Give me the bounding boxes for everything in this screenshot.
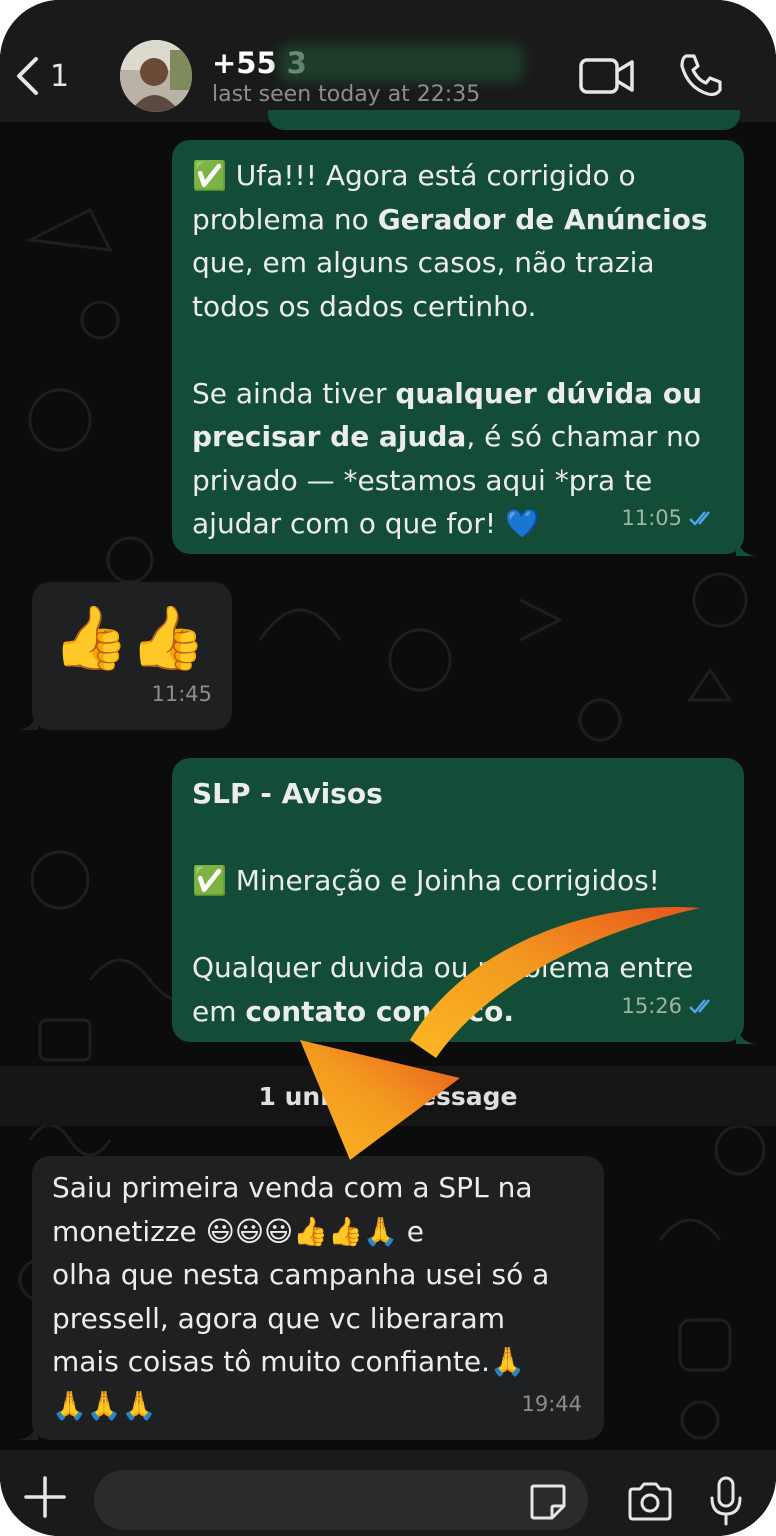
- unread-chats-count: 1: [50, 58, 70, 94]
- message-input[interactable]: [94, 1470, 588, 1530]
- message-title: SLP - Avisos: [192, 777, 383, 810]
- voice-message-button[interactable]: [708, 1476, 744, 1526]
- message-meta: 15:26: [621, 985, 718, 1029]
- voice-call-button[interactable]: [676, 50, 726, 100]
- message-bubble-outgoing[interactable]: SLP - Avisos ✅ Mineração e Joinha corrig…: [172, 758, 744, 1042]
- bubble-tail-incoming: [18, 708, 38, 730]
- message-text: ✅ Ufa!!! Agora está corrigido o problema…: [192, 159, 708, 540]
- plus-icon: [24, 1476, 66, 1518]
- message-bubble-incoming[interactable]: Saiu primeira venda com a SPL na monetiz…: [32, 1156, 604, 1440]
- message-meta: 11:05: [621, 497, 718, 541]
- contact-avatar[interactable]: [120, 40, 192, 112]
- sticker-icon: [530, 1484, 566, 1520]
- previous-message-partial: [268, 110, 740, 130]
- bubble-tail-incoming: [18, 1418, 38, 1440]
- bubble-tail-outgoing: [736, 1022, 756, 1044]
- check-emoji: ✅: [192, 159, 227, 192]
- bubble-tail-outgoing: [736, 534, 756, 556]
- unread-messages-divider: 1 unread message: [0, 1066, 776, 1126]
- message-meta: 19:44: [521, 1383, 582, 1427]
- message-time: 15:26: [621, 993, 682, 1018]
- blue-heart-emoji: 💙: [505, 507, 540, 540]
- message-time: 11:45: [151, 681, 212, 706]
- microphone-icon: [710, 1476, 742, 1526]
- back-button[interactable]: 1: [14, 54, 84, 98]
- message-text: Saiu primeira venda com a SPL na monetiz…: [52, 1171, 550, 1422]
- double-check-icon: [689, 511, 710, 527]
- message-bubble-incoming[interactable]: 👍👍 11:45: [32, 582, 232, 730]
- chat-header: 1 +55 3 last seen today at 22:35: [0, 0, 776, 122]
- video-call-icon: [579, 58, 634, 94]
- redacted-phone-number: [278, 44, 524, 82]
- message-meta: 11:45: [151, 673, 212, 717]
- camera-button[interactable]: [626, 1480, 674, 1522]
- attach-button[interactable]: [22, 1474, 68, 1520]
- video-call-button[interactable]: [578, 54, 636, 98]
- camera-icon: [628, 1482, 672, 1521]
- last-seen-status: last seen today at 22:35: [212, 82, 481, 107]
- double-check-icon: [689, 999, 710, 1015]
- phone-screen: 1 +55 3 last seen today at 22:35 ✅ Ufa!!…: [0, 0, 776, 1536]
- avatar-photo: [120, 40, 192, 112]
- message-bubble-outgoing[interactable]: ✅ Ufa!!! Agora está corrigido o problema…: [172, 140, 744, 554]
- message-time: 11:05: [621, 505, 682, 530]
- message-time: 19:44: [521, 1391, 582, 1416]
- phone-call-icon: [680, 54, 722, 97]
- composer-bar: [0, 1450, 776, 1536]
- sticker-button[interactable]: [528, 1482, 568, 1522]
- back-chevron-icon: [17, 57, 38, 95]
- check-emoji: ✅: [192, 864, 227, 897]
